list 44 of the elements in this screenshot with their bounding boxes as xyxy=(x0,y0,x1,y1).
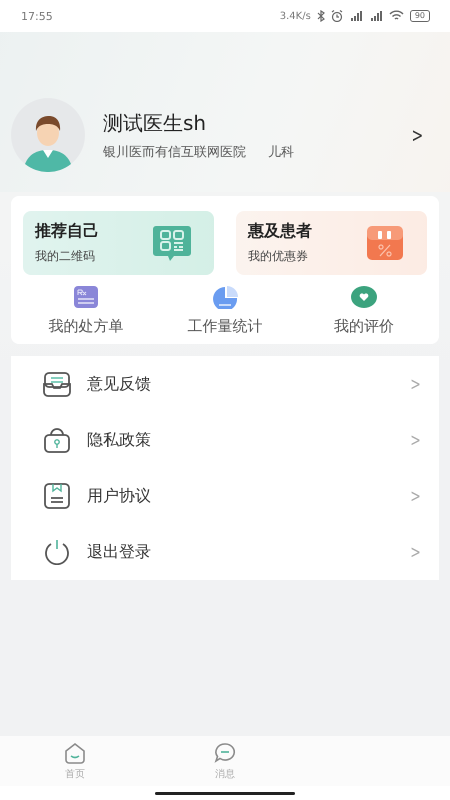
pie-chart-icon xyxy=(211,285,239,309)
qr-code-icon xyxy=(152,224,192,262)
shortcut-item[interactable]: 我的处方单 xyxy=(31,285,141,336)
document-icon xyxy=(43,483,71,509)
bluetooth-icon xyxy=(316,10,325,22)
promo-title: 惠及患者 xyxy=(248,221,312,242)
hospital-name: 银川医而有信互联网医院 xyxy=(103,144,246,160)
lock-icon xyxy=(43,427,71,453)
menu-item[interactable]: 用户协议 > xyxy=(11,468,439,524)
chevron-icon: > xyxy=(410,542,421,562)
promo-card[interactable]: 惠及患者 我的优惠券 xyxy=(236,211,427,275)
prescription-icon xyxy=(73,285,99,309)
doctor-name: 测试医生sh xyxy=(103,110,208,136)
menu-label: 退出登录 xyxy=(87,542,152,562)
signal-icon xyxy=(348,10,363,22)
coupon-icon xyxy=(365,224,405,262)
home-icon xyxy=(63,741,87,765)
menu-label: 隐私政策 xyxy=(87,430,152,450)
signal-icon xyxy=(368,10,383,22)
chevron-icon: > xyxy=(410,374,421,394)
alarm-icon xyxy=(330,10,343,22)
status-time: 17:55 xyxy=(21,10,53,22)
promo-title: 推荐自己 xyxy=(35,221,99,242)
menu-label: 意见反馈 xyxy=(87,374,152,394)
wifi-icon xyxy=(388,10,404,22)
shortcut-item[interactable]: 我的评价 xyxy=(309,285,419,336)
menu-item[interactable]: 隐私政策 > xyxy=(11,412,439,468)
promo-subtitle: 我的二维码 xyxy=(35,248,96,265)
power-icon xyxy=(43,539,71,565)
promo-card[interactable]: 推荐自己 我的二维码 xyxy=(23,211,214,275)
department: 儿科 xyxy=(268,144,294,160)
chat-bubble-icon xyxy=(213,741,237,765)
battery-indicator: 90 xyxy=(410,10,430,22)
chevron-icon: > xyxy=(410,486,421,506)
heart-bubble-icon xyxy=(350,285,378,309)
inbox-icon xyxy=(43,371,71,397)
promo-subtitle: 我的优惠券 xyxy=(248,248,309,265)
network-speed: 3.4K/s xyxy=(280,10,311,22)
chevron-icon: > xyxy=(410,430,421,450)
shortcut-item[interactable]: 工作量统计 xyxy=(170,285,280,336)
chevron-icon: > xyxy=(412,123,424,147)
menu-item[interactable]: 意见反馈 > xyxy=(11,356,439,412)
menu-item[interactable]: 退出登录 > xyxy=(11,524,439,580)
menu-label: 用户协议 xyxy=(87,486,152,506)
